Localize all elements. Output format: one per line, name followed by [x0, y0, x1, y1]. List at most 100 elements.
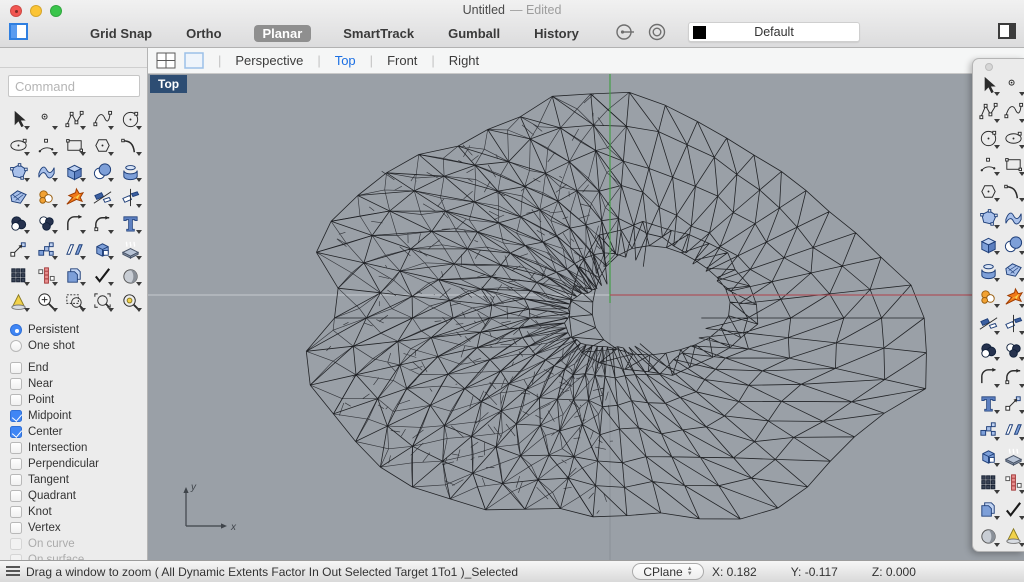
toggle-gumball[interactable]: Gumball	[446, 25, 502, 42]
srf-curve-tool-button[interactable]	[999, 205, 1024, 231]
zoomsel-tool-button[interactable]	[88, 288, 116, 314]
torus-tool-button[interactable]	[974, 258, 1002, 284]
checkbox-icon[interactable]	[10, 474, 22, 486]
viewport-title-badge[interactable]: Top	[150, 75, 188, 93]
status-menu-icon[interactable]	[6, 566, 20, 577]
check-tool-button[interactable]	[999, 496, 1024, 522]
four-viewports-layout-icon[interactable]	[156, 52, 176, 69]
checkbox-icon[interactable]	[10, 426, 22, 438]
target-circles-icon[interactable]	[646, 21, 668, 43]
sphere-tool-button[interactable]	[999, 231, 1024, 257]
osnap-tangent[interactable]: Tangent	[10, 472, 146, 488]
polyline-tool-button[interactable]	[60, 106, 88, 132]
circle-tool-button[interactable]	[116, 106, 144, 132]
rectangle-tool-button[interactable]	[60, 132, 88, 158]
polyline-tool-button[interactable]	[974, 99, 1002, 125]
blend-tool-button[interactable]	[999, 178, 1024, 204]
viewport-tab-top[interactable]: Top	[335, 53, 356, 68]
record-history-icon[interactable]	[614, 21, 636, 43]
viewport-top[interactable]: Top yx	[148, 74, 1024, 560]
torus-tool-button[interactable]	[116, 158, 144, 184]
mirror-tool-button[interactable]	[60, 236, 88, 262]
box-tool-button[interactable]	[60, 158, 88, 184]
split-tool-button[interactable]	[999, 311, 1024, 337]
shade-tool-button[interactable]	[974, 523, 1002, 549]
osnap-quadrant[interactable]: Quadrant	[10, 488, 146, 504]
arc-tool-button[interactable]	[32, 132, 60, 158]
box-tool-button[interactable]	[974, 231, 1002, 257]
lamp-tool-button[interactable]	[999, 523, 1024, 549]
srf-curve-tool-button[interactable]	[32, 158, 60, 184]
checkbox-icon[interactable]	[10, 458, 22, 470]
zoomplus-tool-button[interactable]	[32, 288, 60, 314]
puzzle-tool-button[interactable]	[974, 284, 1002, 310]
curve-tool-button[interactable]	[999, 99, 1024, 125]
checkbox-icon[interactable]	[10, 362, 22, 374]
radio-icon[interactable]	[10, 324, 22, 336]
pointer-tool-button[interactable]	[4, 106, 32, 132]
array-tool-button[interactable]	[974, 417, 1002, 443]
toggle-grid-snap[interactable]: Grid Snap	[88, 25, 154, 42]
right-sidebar-toggle-icon[interactable]	[998, 23, 1016, 39]
fillet2-tool-button[interactable]	[999, 364, 1024, 390]
copy2-tool-button[interactable]	[974, 496, 1002, 522]
checkbox-icon[interactable]	[10, 522, 22, 534]
align-tool-button[interactable]	[32, 262, 60, 288]
align-tool-button[interactable]	[999, 470, 1024, 496]
srf-corner-tool-button[interactable]	[4, 158, 32, 184]
toggle-history[interactable]: History	[532, 25, 581, 42]
curve-tool-button[interactable]	[88, 106, 116, 132]
arc-tool-button[interactable]	[974, 152, 1002, 178]
fillet-tool-button[interactable]	[974, 364, 1002, 390]
text-tool-button[interactable]	[116, 210, 144, 236]
checkbox-icon[interactable]	[10, 410, 22, 422]
polygon-tool-button[interactable]	[88, 132, 116, 158]
check-tool-button[interactable]	[88, 262, 116, 288]
osnap-perpendicular[interactable]: Perpendicular	[10, 456, 146, 472]
palette-close-button[interactable]	[985, 63, 993, 71]
toggle-smarttrack[interactable]: SmartTrack	[341, 25, 416, 42]
mirror-tool-button[interactable]	[999, 417, 1024, 443]
lamp-tool-button[interactable]	[4, 288, 32, 314]
checkbox-icon[interactable]	[10, 378, 22, 390]
osnap-knot[interactable]: Knot	[10, 504, 146, 520]
patch-tool-button[interactable]	[999, 258, 1024, 284]
viewport-tab-right[interactable]: Right	[449, 53, 479, 68]
checkbox-icon[interactable]	[10, 394, 22, 406]
diff-tool-button[interactable]	[999, 337, 1024, 363]
single-viewport-layout-icon[interactable]	[184, 52, 204, 69]
osnap-midpoint[interactable]: Midpoint	[10, 408, 146, 424]
cube2-tool-button[interactable]	[974, 443, 1002, 469]
heat-tool-button[interactable]	[116, 236, 144, 262]
cplane-dropdown[interactable]: CPlane ▲ ▼	[632, 563, 704, 580]
ellipse-tool-button[interactable]	[999, 125, 1024, 151]
layer-selector[interactable]: Default	[688, 22, 860, 42]
polygon-tool-button[interactable]	[974, 178, 1002, 204]
point-tool-button[interactable]	[32, 106, 60, 132]
union-tool-button[interactable]	[4, 210, 32, 236]
fillet-tool-button[interactable]	[60, 210, 88, 236]
move-tool-button[interactable]	[4, 236, 32, 262]
osnap-mode-one-shot[interactable]: One shot	[10, 338, 146, 354]
text-tool-button[interactable]	[974, 390, 1002, 416]
viewport-tab-front[interactable]: Front	[387, 53, 417, 68]
toggle-ortho[interactable]: Ortho	[184, 25, 223, 42]
circle-tool-button[interactable]	[974, 125, 1002, 151]
osnap-end[interactable]: End	[10, 360, 146, 376]
osnap-point[interactable]: Point	[10, 392, 146, 408]
cube2-tool-button[interactable]	[88, 236, 116, 262]
patch-tool-button[interactable]	[4, 184, 32, 210]
diff-tool-button[interactable]	[32, 210, 60, 236]
point-tool-button[interactable]	[999, 72, 1024, 98]
osnap-mode-persistent[interactable]: Persistent	[10, 322, 146, 338]
srf-corner-tool-button[interactable]	[974, 205, 1002, 231]
trim-tool-button[interactable]	[974, 311, 1002, 337]
viewport-tab-perspective[interactable]: Perspective	[235, 53, 303, 68]
gridarray-tool-button[interactable]	[974, 470, 1002, 496]
osnap-intersection[interactable]: Intersection	[10, 440, 146, 456]
sphere-tool-button[interactable]	[88, 158, 116, 184]
checkbox-icon[interactable]	[10, 490, 22, 502]
union-tool-button[interactable]	[974, 337, 1002, 363]
checkbox-icon[interactable]	[10, 506, 22, 518]
palette-header[interactable]	[973, 59, 1024, 72]
